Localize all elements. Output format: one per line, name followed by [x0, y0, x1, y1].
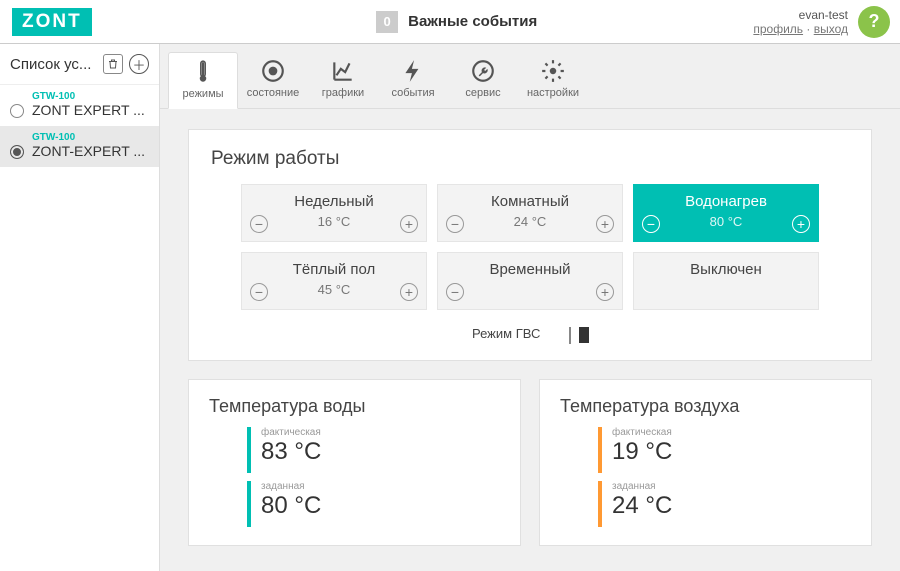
mode-name: Комнатный: [448, 193, 612, 210]
sidebar: Список ус... ＋ GTW-100 ZONT EXPERT ... G…: [0, 44, 160, 571]
decrease-button[interactable]: −: [446, 283, 464, 301]
target-value: 24 °C: [612, 492, 672, 520]
topbar: ZONT 0 Важные события evan-test профиль …: [0, 0, 900, 44]
main-area: режимы состояние графики события сервис …: [160, 44, 900, 571]
device-name: ZONT-EXPERT ...: [32, 143, 145, 159]
tab-settings[interactable]: настройки: [518, 52, 588, 108]
add-device-button[interactable]: ＋: [129, 54, 149, 74]
events-count: 0: [376, 11, 398, 33]
increase-button[interactable]: +: [596, 283, 614, 301]
username: evan-test: [753, 8, 848, 22]
content-area: Режим работы Недельный 16 °C − + Комнатн…: [160, 109, 900, 571]
mode-temp: 24 °C: [448, 214, 612, 229]
mode-name: Тёплый пол: [252, 261, 416, 278]
tab-bar: режимы состояние графики события сервис …: [160, 44, 900, 109]
mode-off[interactable]: Выключен: [633, 252, 819, 310]
tab-label: состояние: [247, 87, 300, 99]
thermometer-icon: [190, 59, 216, 85]
help-button[interactable]: ?: [858, 6, 890, 38]
actual-value: 19 °C: [612, 438, 672, 466]
mode-name: Выключен: [644, 261, 808, 278]
radio-icon: [10, 104, 24, 118]
actual-value: 83 °C: [261, 438, 321, 466]
mode-weekly[interactable]: Недельный 16 °C − +: [241, 184, 427, 242]
toggle-knob: [579, 327, 589, 343]
user-box: evan-test профиль · выход: [753, 8, 858, 36]
target-label: заданная: [612, 481, 672, 492]
events-label: Важные события: [408, 13, 537, 30]
gvs-row: Режим ГВС: [211, 326, 849, 342]
gear-icon: [540, 58, 566, 84]
gvs-toggle[interactable]: [552, 328, 588, 342]
actual-label: фактическая: [261, 427, 321, 438]
mode-temp: 45 °C: [252, 282, 416, 297]
events-bar[interactable]: 0 Важные события: [160, 11, 753, 33]
modes-grid: Недельный 16 °C − + Комнатный 24 °C − + …: [211, 184, 849, 310]
decrease-button[interactable]: −: [250, 215, 268, 233]
decrease-button[interactable]: −: [250, 283, 268, 301]
water-temp-card: Температура воды фактическая 83 °C задан…: [188, 379, 521, 546]
mode-card: Режим работы Недельный 16 °C − + Комнатн…: [188, 129, 872, 361]
logo: ZONT: [0, 8, 160, 36]
card-title: Температура воды: [209, 396, 500, 417]
tab-status[interactable]: состояние: [238, 52, 308, 108]
profile-link[interactable]: профиль: [753, 22, 803, 36]
device-item-1[interactable]: GTW-100 ZONT-EXPERT ...: [0, 126, 159, 167]
target-label: заданная: [261, 481, 321, 492]
chart-icon: [330, 58, 356, 84]
device-item-0[interactable]: GTW-100 ZONT EXPERT ...: [0, 85, 159, 126]
increase-button[interactable]: +: [792, 215, 810, 233]
increase-button[interactable]: +: [400, 283, 418, 301]
card-title: Температура воздуха: [560, 396, 851, 417]
bar-icon: [598, 481, 602, 527]
tab-label: настройки: [527, 87, 579, 99]
sidebar-header: Список ус... ＋: [0, 44, 159, 85]
increase-button[interactable]: +: [596, 215, 614, 233]
tab-label: сервис: [465, 87, 500, 99]
decrease-button[interactable]: −: [642, 215, 660, 233]
gvs-label: Режим ГВС: [472, 326, 540, 341]
tab-label: события: [391, 87, 434, 99]
radio-icon: [10, 145, 24, 159]
mode-temporary[interactable]: Временный − +: [437, 252, 623, 310]
sidebar-title: Список ус...: [10, 56, 91, 73]
brand-badge: ZONT: [12, 8, 92, 36]
tab-label: графики: [322, 87, 364, 99]
decrease-button[interactable]: −: [446, 215, 464, 233]
bar-icon: [247, 427, 251, 473]
tab-modes[interactable]: режимы: [168, 52, 238, 109]
toggle-track: [569, 327, 571, 344]
mode-temp: 16 °C: [252, 214, 416, 229]
tab-service[interactable]: сервис: [448, 52, 518, 108]
air-temp-card: Температура воздуха фактическая 19 °C за…: [539, 379, 872, 546]
wrench-icon: [470, 58, 496, 84]
device-model: GTW-100: [32, 91, 145, 102]
tab-events[interactable]: события: [378, 52, 448, 108]
target-value: 80 °C: [261, 492, 321, 520]
mode-room[interactable]: Комнатный 24 °C − +: [437, 184, 623, 242]
tab-charts[interactable]: графики: [308, 52, 378, 108]
increase-button[interactable]: +: [400, 215, 418, 233]
device-name: ZONT EXPERT ...: [32, 102, 145, 118]
mode-name: Временный: [448, 261, 612, 278]
device-model: GTW-100: [32, 132, 145, 143]
tab-label: режимы: [182, 88, 223, 100]
trash-icon[interactable]: [103, 54, 123, 74]
bar-icon: [598, 427, 602, 473]
mode-waterheater[interactable]: Водонагрев 80 °C − +: [633, 184, 819, 242]
logout-link[interactable]: выход: [814, 22, 848, 36]
mode-name: Недельный: [252, 193, 416, 210]
actual-label: фактическая: [612, 427, 672, 438]
bolt-icon: [400, 58, 426, 84]
mode-name: Водонагрев: [644, 193, 808, 210]
mode-temp: 80 °C: [644, 214, 808, 229]
bar-icon: [247, 481, 251, 527]
mode-card-title: Режим работы: [211, 148, 849, 170]
mode-warmfloor[interactable]: Тёплый пол 45 °C − +: [241, 252, 427, 310]
target-icon: [260, 58, 286, 84]
